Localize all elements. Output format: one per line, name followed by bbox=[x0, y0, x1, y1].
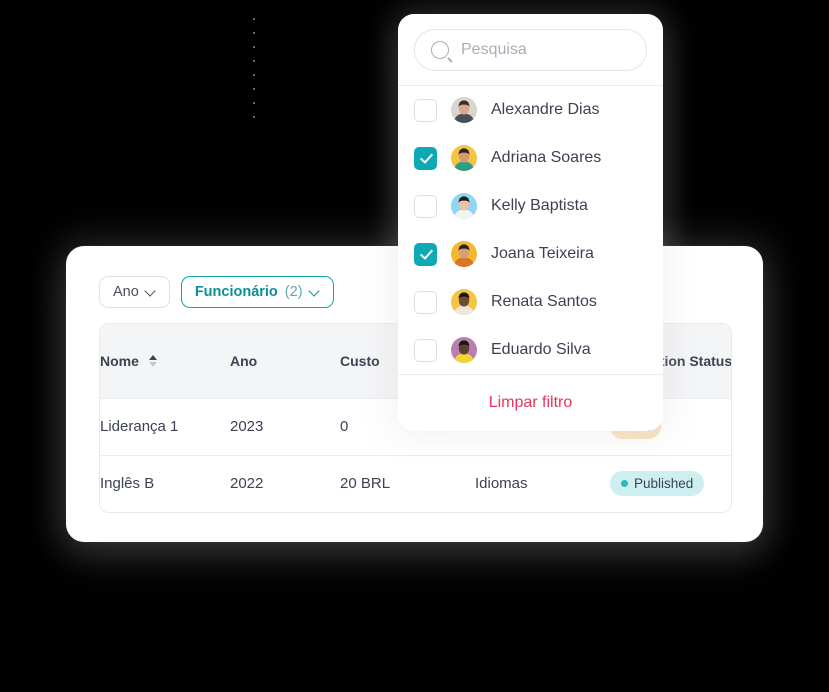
employee-option-row[interactable]: Alexandre Dias bbox=[398, 86, 663, 134]
employee-option-checkbox[interactable] bbox=[414, 146, 437, 170]
employee-option-label: Renata Santos bbox=[491, 293, 597, 310]
filter-chip-funcionario-label: Funcionário bbox=[194, 284, 278, 300]
cell-nome: Liderança 1 bbox=[100, 397, 230, 455]
cell-nome: Inglês B bbox=[100, 454, 230, 512]
cell-ano: 2022 bbox=[230, 454, 340, 512]
avatar bbox=[451, 337, 477, 363]
dropdown-search-row bbox=[398, 14, 663, 85]
employee-option-checkbox[interactable] bbox=[414, 98, 437, 122]
table-row[interactable]: Inglês B 2022 20 BRL Idiomas Published bbox=[100, 454, 731, 512]
cell-ano: 2023 bbox=[230, 397, 340, 455]
employee-option-label: Alexandre Dias bbox=[491, 101, 600, 118]
search-input[interactable] bbox=[459, 40, 630, 60]
employee-option-label: Kelly Baptista bbox=[491, 197, 588, 214]
sort-caret-icon[interactable] bbox=[148, 354, 158, 368]
cell-categoria: Idiomas bbox=[475, 454, 610, 512]
employee-option-row[interactable]: Eduardo Silva bbox=[398, 326, 663, 374]
cell-custo: 20 BRL bbox=[340, 454, 475, 512]
column-header-nome[interactable]: Nome bbox=[100, 324, 230, 398]
decorative-dotted-line bbox=[253, 18, 255, 130]
avatar bbox=[451, 193, 477, 219]
employee-option-checkbox[interactable] bbox=[414, 194, 437, 218]
employee-option-checkbox[interactable] bbox=[414, 290, 437, 314]
chevron-down-icon bbox=[146, 286, 156, 296]
employee-option-row[interactable]: Kelly Baptista bbox=[398, 182, 663, 230]
status-badge-label: Published bbox=[634, 476, 694, 491]
employee-option-checkbox[interactable] bbox=[414, 338, 437, 362]
employee-options-list: Alexandre Dias Adriana Soares Kelly Baptis… bbox=[398, 86, 663, 374]
search-box[interactable] bbox=[414, 29, 647, 71]
employee-option-row[interactable]: Joana Teixeira bbox=[398, 230, 663, 278]
employee-option-checkbox[interactable] bbox=[414, 242, 437, 266]
filter-chip-ano[interactable]: Ano bbox=[99, 276, 170, 308]
status-dot-icon bbox=[621, 480, 628, 487]
employee-option-label: Adriana Soares bbox=[491, 149, 602, 166]
employee-option-row[interactable]: Renata Santos bbox=[398, 278, 663, 326]
filter-chip-funcionario-count: (2) bbox=[284, 284, 303, 300]
clear-filter-link[interactable]: Limpar filtro bbox=[489, 394, 573, 412]
search-icon bbox=[431, 41, 449, 59]
employee-option-label: Eduardo Silva bbox=[491, 341, 591, 358]
avatar bbox=[451, 145, 477, 171]
clear-filter-row[interactable]: Limpar filtro bbox=[398, 375, 663, 431]
column-header-custo-label: Custo bbox=[340, 352, 380, 369]
employee-option-label: Joana Teixeira bbox=[491, 245, 594, 262]
avatar bbox=[451, 289, 477, 315]
employee-option-row[interactable]: Adriana Soares bbox=[398, 134, 663, 182]
column-header-ano[interactable]: Ano bbox=[230, 324, 340, 398]
employee-filter-dropdown: Alexandre Dias Adriana Soares Kelly Baptis… bbox=[398, 14, 663, 431]
avatar bbox=[451, 97, 477, 123]
avatar bbox=[451, 241, 477, 267]
filter-chip-funcionario[interactable]: Funcionário (2) bbox=[180, 276, 334, 308]
column-header-nome-label: Nome bbox=[100, 352, 139, 369]
chevron-down-icon bbox=[310, 286, 320, 296]
status-badge: Published bbox=[610, 471, 705, 496]
filter-bar: Ano Funcionário (2) bbox=[99, 276, 334, 308]
cell-status: Published bbox=[610, 454, 731, 512]
filter-chip-ano-label: Ano bbox=[113, 284, 139, 300]
column-header-ano-label: Ano bbox=[230, 352, 258, 369]
